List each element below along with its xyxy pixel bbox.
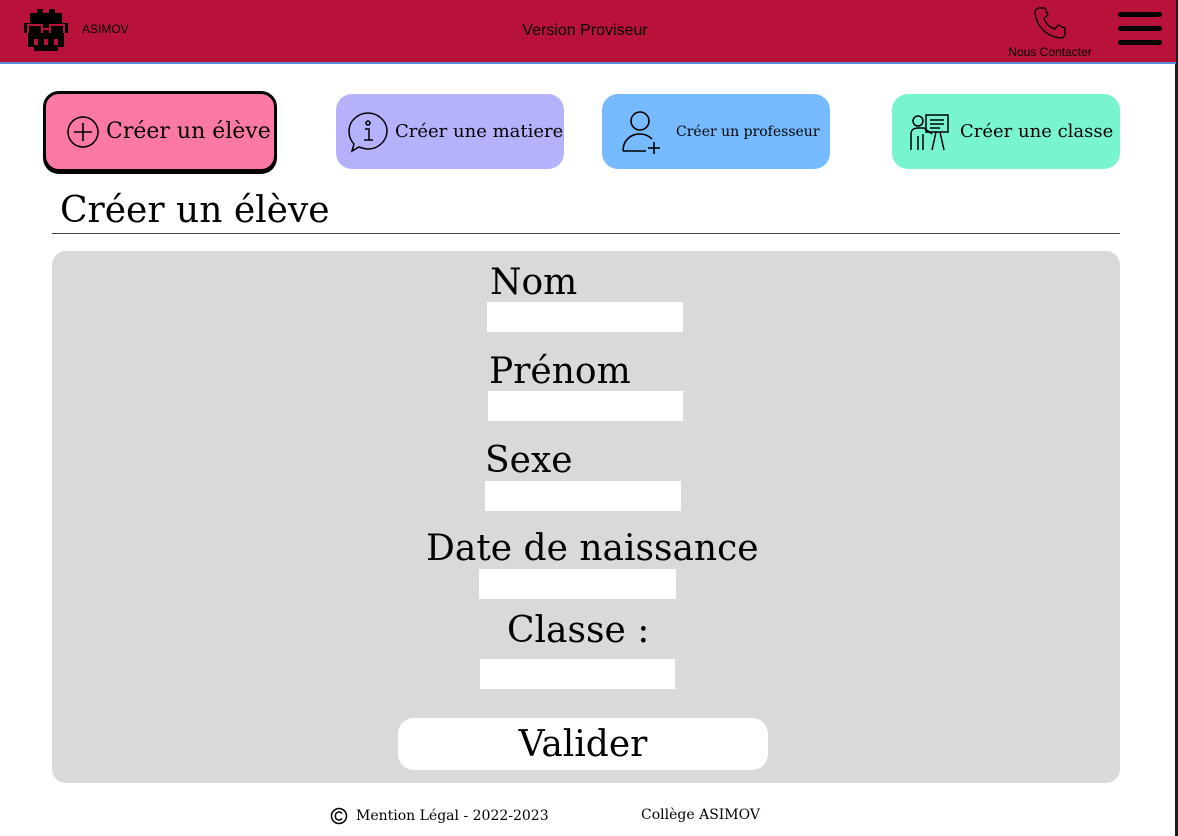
class-input[interactable] [480, 659, 675, 689]
firstname-label: Prénom [489, 351, 631, 392]
info-bubble-icon [348, 111, 388, 153]
plus-circle-icon [67, 115, 99, 148]
create-teacher-button[interactable]: Créer un professeur [602, 94, 830, 169]
footer-school-name: Collège ASIMOV [641, 807, 760, 823]
create-class-button[interactable]: Créer une classe [892, 94, 1120, 169]
class-label: Classe : [507, 610, 650, 651]
birthdate-label: Date de naissance [426, 528, 759, 569]
footer-legal[interactable]: Mention Légal - 2022-2023 [330, 807, 549, 825]
top-header: ASIMOV Version Proviseur Nous Contacter [0, 0, 1176, 64]
footer-legal-text: Mention Légal - 2022-2023 [356, 808, 549, 824]
hamburger-menu-icon[interactable] [1118, 12, 1162, 48]
birthdate-input[interactable] [479, 569, 676, 599]
copyright-icon [330, 807, 348, 825]
create-class-label: Créer une classe [960, 121, 1114, 142]
user-plus-icon [622, 110, 660, 154]
submit-button[interactable]: Valider [398, 718, 768, 770]
phone-icon[interactable] [1032, 5, 1068, 41]
create-student-label: Créer un élève [106, 119, 271, 144]
firstname-input[interactable] [488, 391, 683, 421]
create-subject-button[interactable]: Créer une matiere [336, 94, 564, 169]
section-title: Créer un élève [60, 190, 330, 231]
contact-link[interactable]: Nous Contacter [1000, 45, 1100, 59]
teacher-board-icon [910, 113, 949, 150]
section-divider [52, 233, 1120, 234]
create-subject-label: Créer une matiere [395, 121, 564, 142]
gender-label: Sexe [485, 440, 573, 481]
create-teacher-label: Créer un professeur [676, 123, 820, 140]
page-title: Version Proviseur [522, 22, 648, 39]
lastname-label: Nom [490, 262, 578, 303]
create-student-button[interactable]: Créer un élève [43, 91, 277, 172]
gender-input[interactable] [485, 481, 681, 511]
lastname-input[interactable] [487, 302, 683, 332]
